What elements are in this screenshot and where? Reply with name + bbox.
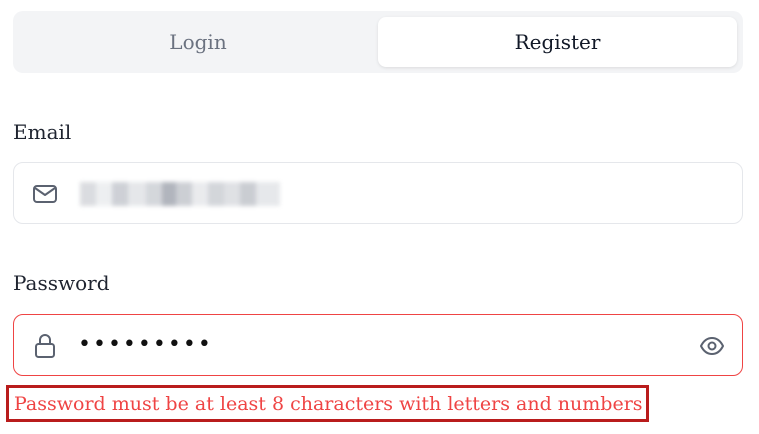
email-label: Email	[13, 120, 72, 144]
tab-login-label: Login	[169, 30, 227, 54]
lock-icon	[32, 333, 58, 359]
password-error: Password must be at least 8 characters w…	[6, 385, 649, 422]
eye-icon[interactable]	[699, 333, 725, 359]
email-field[interactable]	[13, 162, 743, 224]
tab-register-label: Register	[514, 30, 601, 54]
mail-icon	[32, 181, 58, 207]
tab-login[interactable]: Login	[19, 17, 377, 67]
password-value: •••••••••	[78, 332, 213, 357]
auth-tabs: Login Register	[13, 11, 743, 73]
password-error-text: Password must be at least 8 characters w…	[14, 392, 643, 415]
password-label: Password	[13, 271, 110, 295]
tab-register[interactable]: Register	[378, 17, 737, 67]
email-value-redacted	[80, 182, 280, 206]
password-field[interactable]: •••••••••	[13, 314, 743, 376]
